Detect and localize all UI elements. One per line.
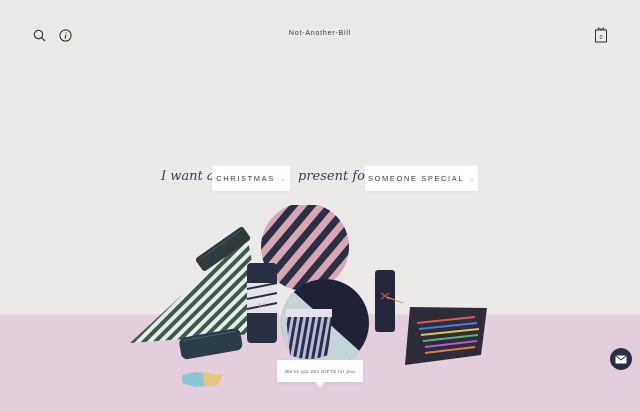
svg-text:5.0: 5.0 xyxy=(259,303,266,309)
pencil-roll-prop xyxy=(405,307,487,365)
chevron-down-icon: ⌄ xyxy=(469,175,475,183)
occasion-value: CHRISTMAS xyxy=(216,174,275,183)
chevron-down-icon: ⌄ xyxy=(279,175,286,183)
recipient-value: SOMEONE SPECIAL xyxy=(368,174,465,183)
gift-tube-right xyxy=(375,270,404,332)
gift-count-callout[interactable]: We've got 254 GIFTS for you xyxy=(277,360,363,387)
recipient-dropdown[interactable]: SOMEONE SPECIAL ⌄ xyxy=(365,166,478,191)
striped-triangle-prop xyxy=(130,235,265,343)
bag-count: 0 xyxy=(599,34,602,40)
gift-bag-icon: 0 xyxy=(595,26,607,42)
gift-bag-button[interactable]: 0 xyxy=(593,25,609,43)
top-bar: Not-Another-Bill 0 xyxy=(0,0,640,70)
search-icon xyxy=(33,29,45,41)
striped-cup-prop xyxy=(286,309,332,359)
mail-icon xyxy=(615,354,627,363)
gift-finder-sentence: I want a CHRISTMAS ⌄ present for a SOMEO… xyxy=(0,166,640,192)
gift-tube-left: 5.0 xyxy=(246,263,278,343)
info-button[interactable] xyxy=(57,27,73,43)
search-button[interactable] xyxy=(31,27,47,43)
script-prefix: I want a xyxy=(161,169,215,184)
brand-name[interactable]: Not-Another-Bill xyxy=(250,30,390,37)
chat-button[interactable] xyxy=(610,348,632,370)
occasion-dropdown[interactable]: CHRISTMAS ⌄ xyxy=(212,166,290,191)
info-icon xyxy=(58,28,72,42)
